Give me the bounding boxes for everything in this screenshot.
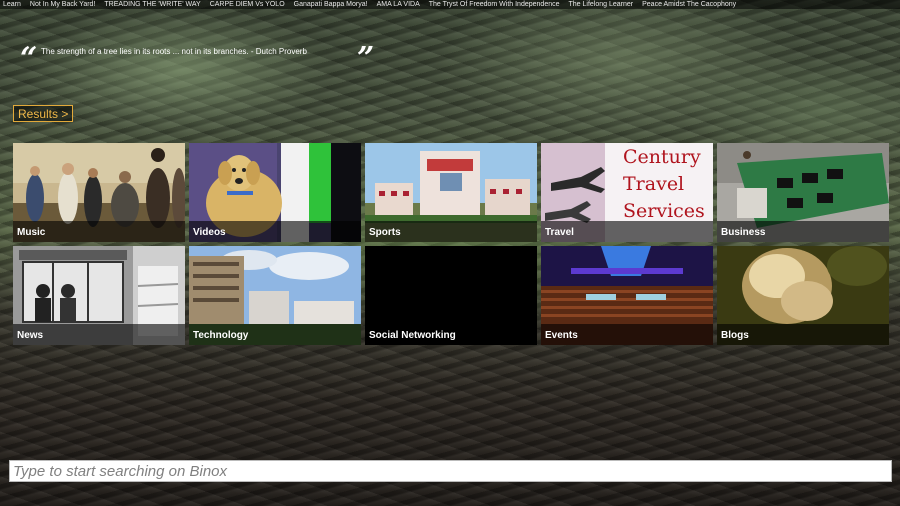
- tile-label: News: [17, 330, 44, 341]
- tile-business[interactable]: Business: [717, 143, 889, 242]
- tile-label: Music: [17, 227, 46, 238]
- search-input[interactable]: [9, 460, 892, 482]
- close-quote-mark: ”: [357, 41, 375, 76]
- open-quote-mark: “: [20, 41, 38, 76]
- tile-label: Videos: [193, 227, 226, 238]
- nav-link[interactable]: Peace Amidst The Cacophony: [642, 0, 736, 9]
- quote-block: “ The strength of a tree lies in its roo…: [20, 44, 375, 76]
- travel-thumb-text: Century: [623, 146, 701, 168]
- nav-link[interactable]: AMA LA VIDA: [377, 0, 420, 9]
- tile-label: Blogs: [721, 330, 749, 341]
- tile-events[interactable]: Events: [541, 246, 713, 345]
- nav-link[interactable]: The Lifelong Learner: [569, 0, 634, 9]
- tile-label: Technology: [193, 330, 249, 341]
- tile-label: Sports: [369, 227, 401, 238]
- category-grid: Music Videos Sports Century Travel Servi…: [13, 143, 889, 345]
- results-button[interactable]: Results >: [13, 105, 74, 122]
- nav-link[interactable]: Ganapati Bappa Morya!: [294, 0, 368, 9]
- tile-social-networking[interactable]: Social Networking: [365, 246, 537, 345]
- travel-thumb-text: Services: [623, 200, 705, 222]
- tile-label: Travel: [545, 227, 574, 238]
- nav-link[interactable]: TREADING THE 'WRITE' WAY: [104, 0, 200, 9]
- tile-news[interactable]: News: [13, 246, 185, 345]
- tile-music[interactable]: Music: [13, 143, 185, 242]
- tile-blogs[interactable]: Blogs: [717, 246, 889, 345]
- nav-link[interactable]: The Tryst Of Freedom With Independence: [429, 0, 560, 9]
- quote-text: The strength of a tree lies in its roots…: [41, 47, 307, 56]
- tile-label: Business: [721, 227, 766, 238]
- nav-link[interactable]: CARPE DIEM Vs YOLO: [210, 0, 285, 9]
- tile-travel[interactable]: Century Travel Services Travel: [541, 143, 713, 242]
- tile-label: Events: [545, 330, 578, 341]
- top-nav-bar: Learn Not In My Back Yard! TREADING THE …: [0, 0, 900, 9]
- tile-videos[interactable]: Videos: [189, 143, 361, 242]
- tile-technology[interactable]: Technology: [189, 246, 361, 345]
- tile-label: Social Networking: [369, 330, 456, 341]
- nav-link[interactable]: Learn: [3, 0, 21, 9]
- tile-sports[interactable]: Sports: [365, 143, 537, 242]
- nav-link[interactable]: Not In My Back Yard!: [30, 0, 96, 9]
- travel-thumb-text: Travel: [623, 173, 684, 195]
